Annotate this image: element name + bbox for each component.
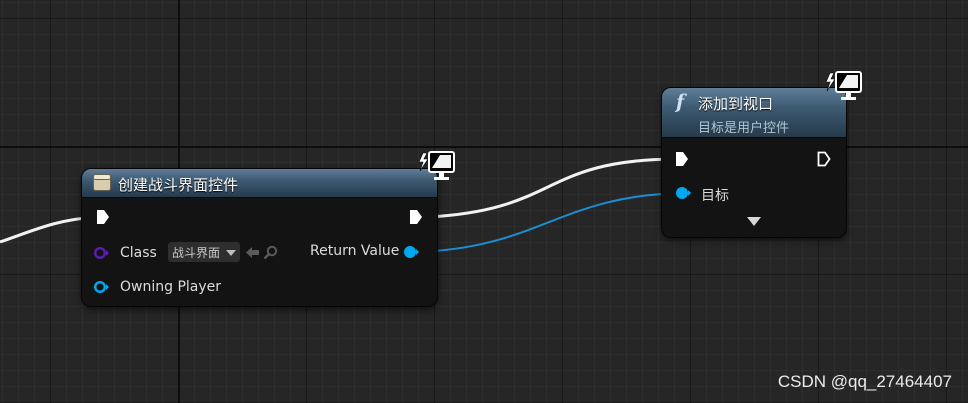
exec-input-pin[interactable]	[96, 209, 110, 225]
network-context-monitor-icon	[825, 71, 862, 100]
exec-input-pin[interactable]	[675, 151, 689, 167]
create-widget-node[interactable]: 创建战斗界面控件 Class 战斗界面 Return Value Owning …	[82, 151, 455, 306]
return-value-pin-label: Return Value	[310, 243, 400, 259]
create-widget-node-header[interactable]: 创建战斗界面控件	[82, 169, 437, 198]
class-select-value: 战斗界面	[172, 246, 221, 260]
target-pin-label: 目标	[701, 188, 729, 204]
add-to-viewport-node-title: 添加到视口	[698, 95, 774, 113]
class-pin-label: Class	[120, 245, 157, 261]
owning-player-pin-label: Owning Player	[120, 279, 222, 295]
exec-wire-create-to-add	[427, 157, 677, 219]
browse-search-icon[interactable]	[263, 245, 278, 260]
exec-output-pin[interactable]	[817, 151, 831, 167]
network-context-monitor-icon	[418, 151, 455, 180]
add-to-viewport-node[interactable]: f 添加到视口 目标是用户控件 目标	[662, 71, 862, 237]
create-widget-node-title: 创建战斗界面控件	[118, 176, 239, 194]
add-to-viewport-node-subtitle: 目标是用户控件	[698, 121, 790, 136]
use-selected-asset-arrow-icon[interactable]	[245, 246, 260, 259]
widget-blueprint-icon	[93, 174, 111, 191]
owning-player-pin[interactable]	[94, 280, 110, 294]
target-pin[interactable]	[675, 186, 691, 200]
class-pin[interactable]	[94, 246, 110, 260]
add-to-viewport-node-header[interactable]: f 添加到视口 目标是用户控件	[662, 88, 846, 138]
expand-advanced-arrow-icon[interactable]	[746, 216, 762, 227]
class-select[interactable]: 战斗界面	[168, 242, 240, 262]
chevron-down-icon	[226, 250, 236, 256]
return-value-pin[interactable]	[403, 245, 419, 259]
exec-output-pin[interactable]	[409, 209, 423, 225]
watermark: CSDN @qq_27464407	[777, 372, 952, 391]
data-wire-return-to-target	[415, 192, 685, 253]
function-icon: f	[676, 91, 685, 113]
